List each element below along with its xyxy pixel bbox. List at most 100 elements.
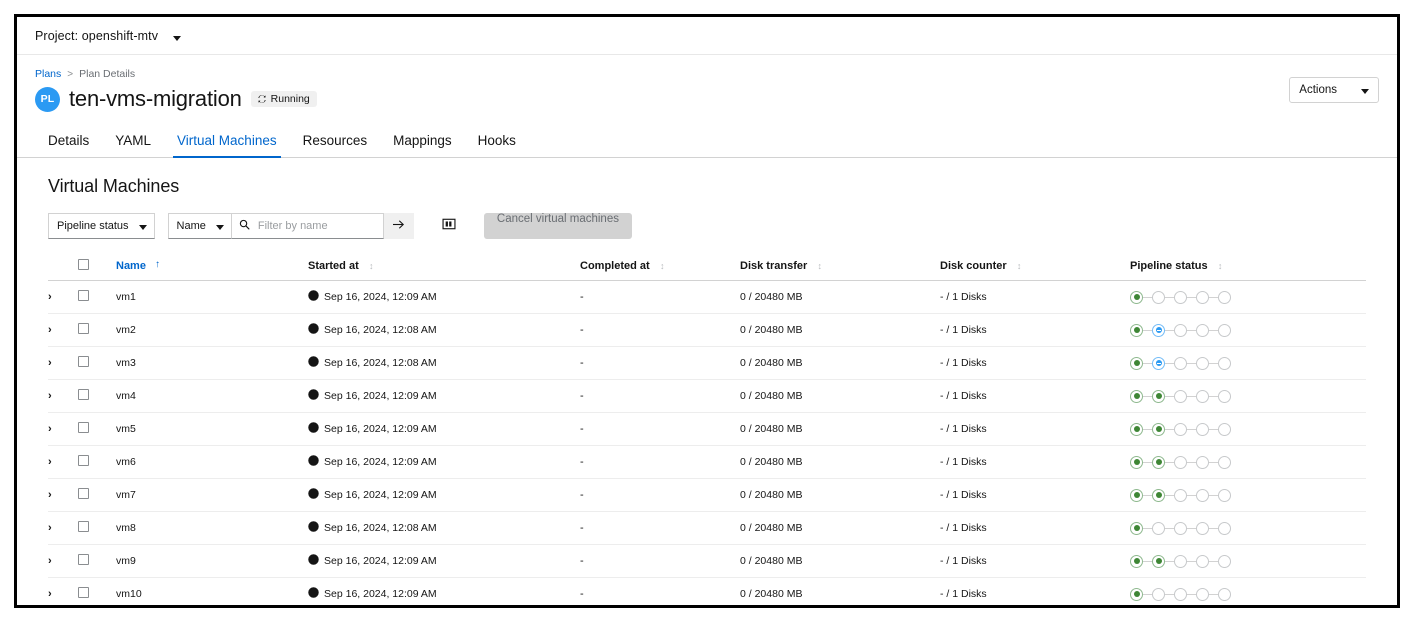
row-checkbox[interactable]	[78, 422, 89, 433]
pipeline-step-complete[interactable]	[1130, 356, 1143, 370]
pipeline-step-pending[interactable]	[1174, 422, 1187, 436]
pipeline-step-pending[interactable]	[1196, 389, 1209, 403]
row-select-cell[interactable]	[78, 412, 116, 446]
filter-attribute-select[interactable]: Name	[167, 213, 232, 239]
pipeline-step-pending[interactable]	[1196, 521, 1209, 535]
row-select-cell[interactable]	[78, 313, 116, 347]
row-select-cell[interactable]	[78, 379, 116, 413]
row-expand-toggle[interactable]: ›	[48, 346, 78, 380]
pipeline-step-pending[interactable]	[1174, 389, 1187, 403]
pipeline-step-pending[interactable]	[1196, 422, 1209, 436]
header-started-at[interactable]: Started at ↕	[308, 253, 580, 281]
pipeline-step-pending[interactable]	[1174, 323, 1187, 337]
pipeline-step-complete[interactable]	[1130, 290, 1143, 304]
pipeline-step-complete[interactable]	[1152, 389, 1165, 403]
header-pipeline-status[interactable]: Pipeline status ↕	[1130, 253, 1366, 281]
header-completed-at[interactable]: Completed at ↕	[580, 253, 740, 281]
pipeline-step-pending[interactable]	[1174, 356, 1187, 370]
row-checkbox[interactable]	[78, 356, 89, 367]
pipeline-step-pending[interactable]	[1196, 455, 1209, 469]
pipeline-step-complete[interactable]	[1152, 554, 1165, 568]
row-checkbox[interactable]	[78, 521, 89, 532]
pipeline-step-complete[interactable]	[1130, 455, 1143, 469]
pipeline-step-pending[interactable]	[1174, 290, 1187, 304]
row-select-cell[interactable]	[78, 511, 116, 545]
row-checkbox[interactable]	[78, 455, 89, 466]
row-expand-toggle[interactable]: ›	[48, 313, 78, 347]
tab-mappings[interactable]: Mappings	[380, 126, 465, 157]
pipeline-step-complete[interactable]	[1130, 488, 1143, 502]
row-checkbox[interactable]	[78, 488, 89, 499]
pipeline-step-pending[interactable]	[1218, 587, 1231, 601]
pipeline-status-filter-select[interactable]: Pipeline status	[48, 213, 155, 239]
search-input[interactable]	[255, 219, 377, 233]
pipeline-step-pending[interactable]	[1218, 488, 1231, 502]
row-expand-toggle[interactable]: ›	[48, 412, 78, 446]
breadcrumb-link-plans[interactable]: Plans	[35, 68, 61, 80]
tab-yaml[interactable]: YAML	[102, 126, 164, 157]
pipeline-step-complete[interactable]	[1130, 587, 1143, 601]
columns-management-button[interactable]	[435, 213, 462, 239]
cancel-virtual-machines-button[interactable]: Cancel virtual machines	[483, 213, 632, 239]
pipeline-step-pending[interactable]	[1152, 290, 1165, 304]
pipeline-step-pending[interactable]	[1196, 323, 1209, 337]
row-select-cell[interactable]	[78, 544, 116, 578]
pipeline-step-pending[interactable]	[1196, 488, 1209, 502]
row-expand-toggle[interactable]: ›	[48, 577, 78, 605]
pipeline-step-complete[interactable]	[1152, 488, 1165, 502]
pipeline-step-pending[interactable]	[1152, 587, 1165, 601]
pipeline-step-pending[interactable]	[1152, 521, 1165, 535]
row-select-cell[interactable]	[78, 577, 116, 605]
header-disk-transfer[interactable]: Disk transfer ↕	[740, 253, 940, 281]
actions-button[interactable]: Actions	[1289, 77, 1379, 103]
pipeline-step-complete[interactable]	[1130, 521, 1143, 535]
pipeline-step-pending[interactable]	[1218, 521, 1231, 535]
row-select-cell[interactable]	[78, 346, 116, 380]
pipeline-step-pending[interactable]	[1196, 356, 1209, 370]
pipeline-step-pending[interactable]	[1218, 290, 1231, 304]
pipeline-step-pending[interactable]	[1196, 554, 1209, 568]
tab-details[interactable]: Details	[35, 126, 102, 157]
pipeline-step-pending[interactable]	[1174, 488, 1187, 502]
pipeline-step-pending[interactable]	[1218, 422, 1231, 436]
pipeline-step-complete[interactable]	[1130, 389, 1143, 403]
row-expand-toggle[interactable]: ›	[48, 544, 78, 578]
pipeline-step-pending[interactable]	[1196, 290, 1209, 304]
pipeline-step-pending[interactable]	[1196, 587, 1209, 601]
pipeline-step-pending[interactable]	[1174, 455, 1187, 469]
pipeline-step-pending[interactable]	[1174, 554, 1187, 568]
search-submit-button[interactable]	[383, 213, 414, 239]
pipeline-step-pending[interactable]	[1218, 323, 1231, 337]
row-expand-toggle[interactable]: ›	[48, 511, 78, 545]
tab-hooks[interactable]: Hooks	[465, 126, 529, 157]
row-checkbox[interactable]	[78, 554, 89, 565]
pipeline-step-pending[interactable]	[1218, 455, 1231, 469]
row-expand-toggle[interactable]: ›	[48, 379, 78, 413]
row-select-cell[interactable]	[78, 478, 116, 512]
pipeline-step-pending[interactable]	[1218, 356, 1231, 370]
row-checkbox[interactable]	[78, 323, 89, 334]
row-expand-toggle[interactable]: ›	[48, 445, 78, 479]
pipeline-step-running[interactable]	[1152, 323, 1165, 337]
pipeline-step-pending[interactable]	[1174, 521, 1187, 535]
row-select-cell[interactable]	[78, 445, 116, 479]
row-select-cell[interactable]	[78, 280, 116, 314]
row-checkbox[interactable]	[78, 290, 89, 301]
pipeline-step-complete[interactable]	[1130, 554, 1143, 568]
row-checkbox[interactable]	[78, 587, 89, 598]
pipeline-step-pending[interactable]	[1174, 587, 1187, 601]
pipeline-step-pending[interactable]	[1218, 554, 1231, 568]
row-checkbox[interactable]	[78, 389, 89, 400]
pipeline-step-running[interactable]	[1152, 356, 1165, 370]
pipeline-step-pending[interactable]	[1218, 389, 1231, 403]
pipeline-step-complete[interactable]	[1130, 323, 1143, 337]
pipeline-step-complete[interactable]	[1152, 455, 1165, 469]
tab-resources[interactable]: Resources	[290, 126, 381, 157]
select-all-checkbox[interactable]	[78, 259, 89, 270]
header-name[interactable]: Name ↑	[116, 253, 308, 281]
row-expand-toggle[interactable]: ›	[48, 478, 78, 512]
header-select-all[interactable]	[78, 253, 116, 281]
tab-virtual-machines[interactable]: Virtual Machines	[164, 126, 290, 158]
row-expand-toggle[interactable]: ›	[48, 280, 78, 314]
project-selector[interactable]: Project: openshift-mtv	[35, 27, 181, 45]
